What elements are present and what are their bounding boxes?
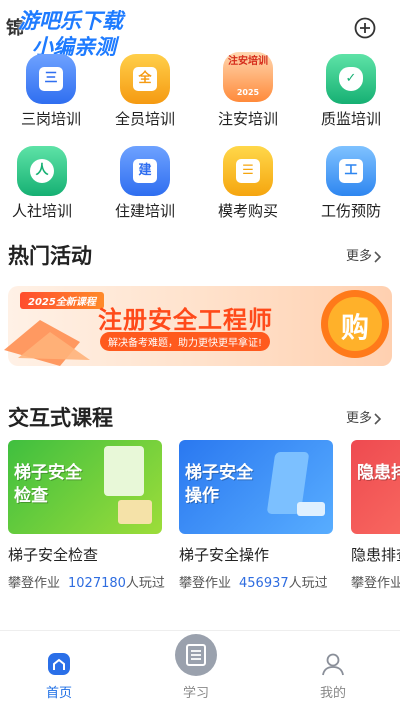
document-icon (104, 446, 144, 496)
category-mokao[interactable]: ☰ 模考购买 (206, 142, 290, 232)
study-icon (175, 634, 217, 676)
chevron-right-icon (374, 412, 382, 425)
category-label: 住建培训 (114, 202, 175, 220)
course-meta: 攀登作业 1027180人玩过 (8, 572, 165, 591)
badge-icon: 注安培训 2025 (223, 52, 273, 102)
play-count-suffix: 人玩过 (288, 576, 328, 591)
thumbnail-text: 隐患排 (357, 463, 400, 483)
interactive-courses-title: 交互式课程 (8, 406, 113, 430)
plus-circle-icon[interactable] (354, 17, 376, 39)
promo-banner[interactable]: 2025全新课程 注册安全工程师 解决备考难题，助力更快更早拿证! 购 (0, 280, 400, 372)
category-quanyuan[interactable]: 全 全员培训 (103, 50, 187, 140)
banner-subline: 解决备考难题，助力更快更早拿证! (100, 332, 271, 351)
book-icon: 三 (26, 54, 76, 104)
category-row: 人 人社培训 建 住建培训 ☰ 模考购买 工 工伤预防 (0, 142, 400, 232)
course-card[interactable]: 隐患排 隐患排查 攀登作业 (351, 440, 400, 600)
course-category: 攀登作业 (179, 576, 232, 591)
category-renshe[interactable]: 人 人社培训 (0, 142, 84, 232)
play-count: 1027180 (68, 576, 126, 591)
course-category: 攀登作业 (8, 576, 61, 591)
chevron-right-icon (374, 250, 382, 263)
category-zhujian[interactable]: 建 住建培训 (103, 142, 187, 232)
nav-home[interactable]: 首页 (4, 631, 114, 701)
shopping-bag-icon: ☰ (223, 146, 273, 196)
courses-more-link[interactable]: 更多 (346, 407, 382, 426)
category-label: 全员培训 (114, 110, 175, 128)
thumbnail-text: 梯子安全 操作 (185, 463, 253, 506)
category-gongshang[interactable]: 工 工伤预防 (309, 142, 393, 232)
category-zhijian[interactable]: ✓ 质监培训 (309, 50, 393, 140)
building-icon: 建 (120, 146, 170, 196)
thumbnail-text: 梯子安全 检查 (14, 463, 82, 506)
category-label: 质监培训 (320, 110, 381, 128)
category-label: 模考购买 (217, 202, 278, 220)
course-thumbnail: 梯子安全 操作 (179, 440, 333, 534)
hot-activities-title: 热门活动 (8, 244, 92, 268)
hot-more-link[interactable]: 更多 (346, 245, 382, 264)
course-thumbnail: 隐患排 (351, 440, 400, 534)
course-meta: 攀登作业 (351, 572, 400, 591)
banner-tag: 2025全新课程 (20, 292, 104, 309)
nav-label: 学习 (182, 686, 209, 701)
nav-label: 首页 (45, 686, 72, 701)
category-label: 三岗培训 (20, 110, 81, 128)
more-label: 更多 (346, 249, 373, 264)
play-count-suffix: 人玩过 (125, 576, 165, 591)
user-icon (322, 653, 344, 676)
book-icon: 全 (120, 54, 170, 104)
more-label: 更多 (346, 411, 373, 426)
box-icon (118, 500, 152, 524)
play-count: 456937 (239, 576, 289, 591)
course-title: 梯子安全检查 (8, 546, 99, 564)
banner-headline: 注册安全工程师 (98, 306, 273, 334)
home-icon (48, 653, 70, 675)
category-label: 人社培训 (11, 202, 72, 220)
category-row: 三 三岗培训 全 全员培训 注安培训 2025 注安培训 ✓ 质监培训 (0, 50, 400, 140)
worker-card-icon: 工 (326, 146, 376, 196)
course-category: 攀登作业 (351, 576, 400, 591)
category-label: 工伤预防 (320, 202, 381, 220)
course-title: 隐患排查 (351, 546, 400, 564)
shield-check-icon: ✓ (326, 54, 376, 104)
nav-label: 我的 (319, 686, 346, 701)
course-meta: 攀登作业 456937人玩过 (179, 572, 328, 591)
top-bar: 锦 游吧乐下载 小编亲测 (0, 0, 400, 59)
watermark-line-1: 游吧乐下载 (18, 9, 123, 33)
course-title: 梯子安全操作 (179, 546, 270, 564)
nav-mine[interactable]: 我的 (278, 631, 388, 701)
nav-study[interactable]: 学习 (141, 631, 251, 701)
person-icon: 人 (17, 146, 67, 196)
bottom-nav: 首页 学习 我的 (0, 630, 400, 701)
category-sangang[interactable]: 三 三岗培训 (9, 50, 93, 140)
buy-icon: 购 (340, 311, 369, 344)
box-icon (297, 502, 325, 516)
course-thumbnail: 梯子安全 检查 (8, 440, 162, 534)
category-label: 注安培训 (217, 110, 278, 128)
category-zhuan[interactable]: 注安培训 2025 注安培训 (206, 50, 290, 140)
